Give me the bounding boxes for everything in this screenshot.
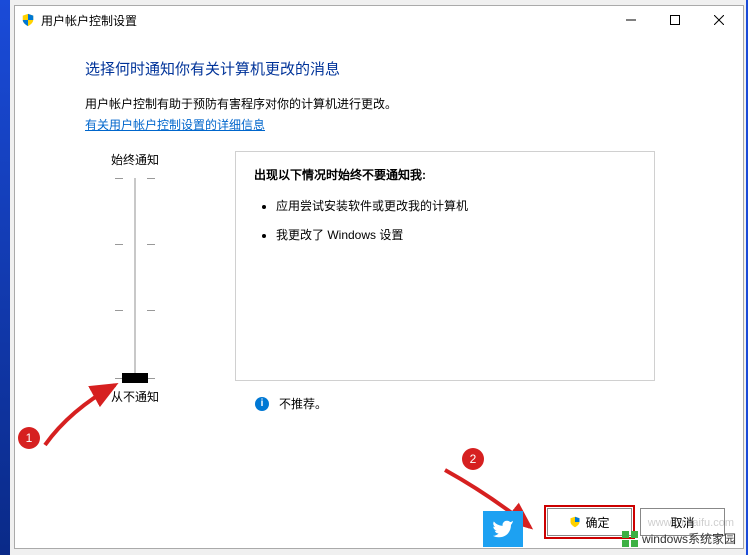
- slider-thumb[interactable]: [122, 373, 148, 383]
- shield-icon: [21, 13, 35, 27]
- close-button[interactable]: [697, 6, 741, 34]
- desktop-edge-left: [0, 0, 10, 555]
- watermark-text: windows系统家园: [642, 530, 736, 547]
- info-item: 应用尝试安装软件或更改我的计算机: [276, 197, 636, 214]
- minimize-button[interactable]: [609, 6, 653, 34]
- page-subtext: 用户帐户控制有助于预防有害程序对你的计算机进行更改。: [85, 95, 687, 112]
- info-item: 我更改了 Windows 设置: [276, 226, 636, 243]
- uac-settings-window: 用户帐户控制设置 选择何时通知你有关计算机更改的消息 用户帐户控制有助于预防有害…: [14, 5, 744, 549]
- info-column: 出现以下情况时始终不要通知我: 应用尝试安装软件或更改我的计算机 我更改了 Wi…: [235, 151, 687, 415]
- info-title: 出现以下情况时始终不要通知我:: [254, 166, 636, 183]
- recommendation-text: 不推荐。: [279, 395, 327, 412]
- ok-button-label: 确定: [585, 514, 609, 531]
- slider-tick: [115, 178, 155, 179]
- maximize-button[interactable]: [653, 6, 697, 34]
- window-buttons: [609, 6, 741, 34]
- slider-label-top: 始终通知: [111, 151, 159, 168]
- info-list: 应用尝试安装软件或更改我的计算机 我更改了 Windows 设置: [254, 197, 636, 243]
- slider-label-bottom: 从不通知: [111, 388, 159, 405]
- info-box: 出现以下情况时始终不要通知我: 应用尝试安装软件或更改我的计算机 我更改了 Wi…: [235, 151, 655, 381]
- info-icon: i: [255, 397, 269, 411]
- watermark-url: www.ruihaifu.com: [648, 517, 734, 529]
- window-title: 用户帐户控制设置: [41, 12, 609, 29]
- windows-logo-icon: [622, 531, 638, 547]
- watermark-brand: windows系统家园: [622, 530, 736, 547]
- help-link[interactable]: 有关用户帐户控制设置的详细信息: [85, 116, 265, 133]
- notification-slider[interactable]: [115, 178, 155, 378]
- body-row: 始终通知 从不通知 出现以下情况时始终不要通知我: 应用尝试安装软件或更改我的计…: [85, 151, 687, 415]
- shield-icon: [569, 516, 581, 528]
- content-area: 选择何时通知你有关计算机更改的消息 用户帐户控制有助于预防有害程序对你的计算机进…: [15, 34, 743, 415]
- ok-button[interactable]: 确定: [547, 508, 632, 536]
- slider-tick: [115, 244, 155, 245]
- page-heading: 选择何时通知你有关计算机更改的消息: [85, 58, 687, 79]
- recommendation-row: i 不推荐。: [255, 395, 687, 412]
- twitter-overlay-icon: [483, 511, 523, 547]
- slider-tick: [115, 310, 155, 311]
- slider-column: 始终通知 从不通知: [85, 151, 185, 415]
- slider-line: [134, 178, 136, 378]
- titlebar: 用户帐户控制设置: [15, 6, 743, 34]
